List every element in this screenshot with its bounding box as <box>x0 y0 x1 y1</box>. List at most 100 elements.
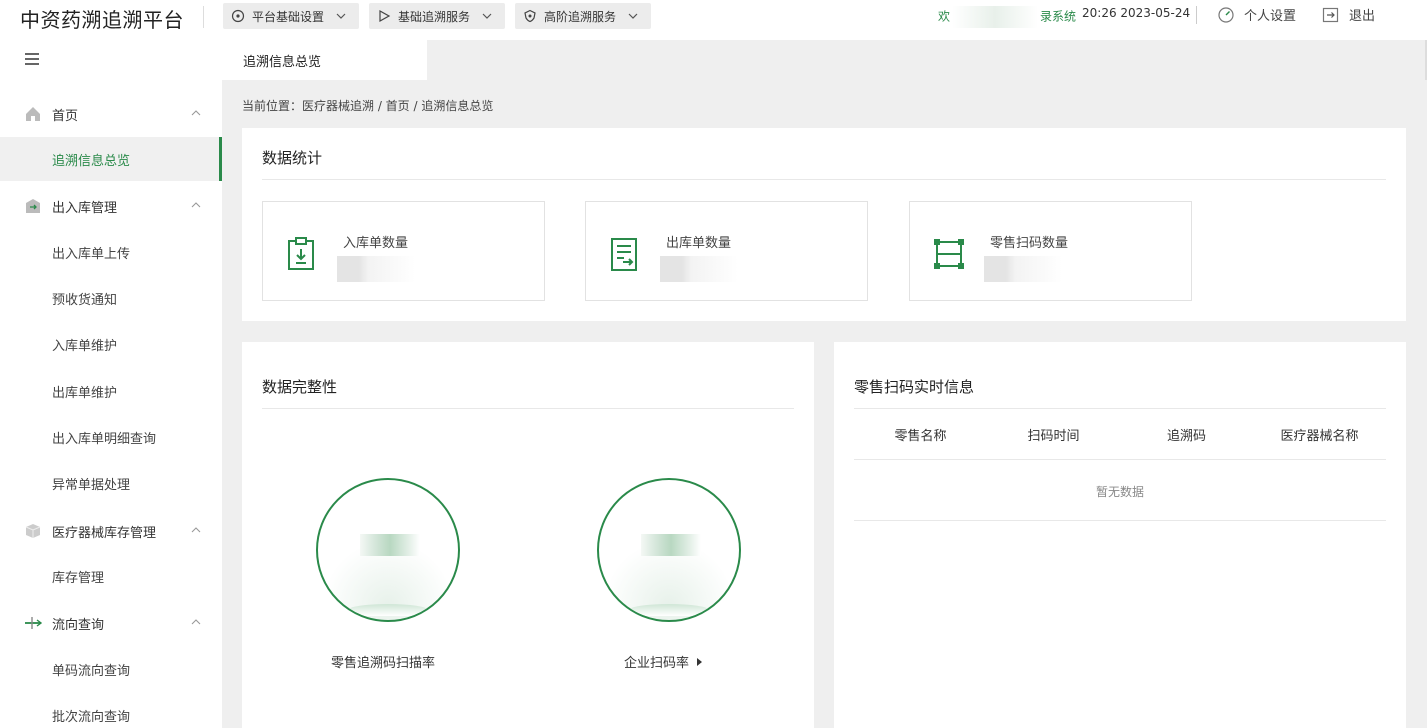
integrity-title: 数据完整性 <box>262 378 338 396</box>
tab-trace-overview[interactable]: 追溯信息总览 <box>222 40 427 80</box>
sidebar-item-code-flow[interactable]: 单码流向查询 <box>0 647 222 691</box>
sidebar-group-label: 出入库管理 <box>52 201 118 216</box>
sidebar-item-stock[interactable]: 库存管理 <box>0 554 222 598</box>
stat-box-outbound[interactable]: 出库单数量 <box>585 201 868 301</box>
chevron-up-icon <box>191 527 201 533</box>
sidebar-item-label: 追溯信息总览 <box>52 154 131 169</box>
settings-gauge-icon <box>1216 6 1236 23</box>
caret-right-icon <box>697 657 703 666</box>
box-icon <box>25 524 41 538</box>
play-icon <box>377 9 391 23</box>
redacted-gauge-value <box>641 534 701 556</box>
redacted-stat-value <box>660 256 738 282</box>
nav-basic-trace[interactable]: 基础追溯服务 <box>369 3 505 29</box>
outbound-document-icon <box>611 238 637 271</box>
welcome-suffix: 录系统 <box>1040 9 1077 24</box>
logout-link[interactable]: 退出 <box>1321 5 1375 24</box>
sidebar-item-pre-receipt[interactable]: 预收货通知 <box>0 276 222 320</box>
logout-icon <box>1321 7 1341 23</box>
sidebar-item-label: 异常单据处理 <box>52 478 131 493</box>
nav-platform-settings[interactable]: 平台基础设置 <box>223 3 359 29</box>
gauge-label-text: 企业扫码率 <box>624 656 690 671</box>
nav-label: 基础追溯服务 <box>398 9 471 24</box>
stat-label: 零售扫码数量 <box>990 236 1069 251</box>
sidebar-group-flow[interactable]: 流向查询 <box>0 601 222 645</box>
network-icon <box>231 9 245 23</box>
chevron-down-icon <box>336 13 346 19</box>
sidebar-group-inventory[interactable]: 医疗器械库存管理 <box>0 509 222 553</box>
sidebar-item-label: 出库单维护 <box>52 386 118 401</box>
realtime-divider <box>854 408 1386 409</box>
chevron-up-icon <box>191 110 201 116</box>
inbound-clipboard-icon <box>288 237 314 270</box>
column-header[interactable]: 医疗器械名称 <box>1253 425 1386 444</box>
chevron-down-icon <box>628 13 638 19</box>
gauge-label-retail: 零售追溯码扫描率 <box>331 652 435 671</box>
nav-advanced-trace[interactable]: 高阶追溯服务 <box>515 3 651 29</box>
hamburger-menu-icon[interactable] <box>24 52 40 66</box>
sidebar-group-label: 流向查询 <box>52 618 105 633</box>
redacted-gauge-value <box>360 534 420 556</box>
nav-label: 高阶追溯服务 <box>544 9 617 24</box>
flow-icon <box>25 617 42 629</box>
chevron-up-icon <box>191 619 201 625</box>
redacted-stat-value <box>984 256 1062 282</box>
welcome-text: 欢 录系统 <box>938 6 1076 28</box>
sidebar-group-warehouse[interactable]: 出入库管理 <box>0 184 222 228</box>
sidebar-item-exception[interactable]: 异常单据处理 <box>0 461 222 505</box>
stat-box-retail-scan[interactable]: 零售扫码数量 <box>909 201 1192 301</box>
chevron-down-icon <box>482 13 492 19</box>
chevron-up-icon <box>191 202 201 208</box>
stat-label: 出库单数量 <box>666 236 732 251</box>
stats-divider <box>262 179 1386 180</box>
personal-settings-link[interactable]: 个人设置 <box>1216 5 1296 24</box>
header-divider <box>203 6 204 28</box>
sidebar-item-batch-flow[interactable]: 批次流向查询 <box>0 693 222 728</box>
stat-label: 入库单数量 <box>343 236 409 251</box>
sidebar-group-label: 医疗器械库存管理 <box>52 526 157 541</box>
sidebar: 首页 追溯信息总览 出入库管理 出入库单上传 预收货通知 入库单维护 出库单维护… <box>0 40 222 728</box>
sidebar-item-inbound-maint[interactable]: 入库单维护 <box>0 322 222 366</box>
column-header[interactable]: 零售名称 <box>854 425 987 444</box>
sidebar-group-label: 首页 <box>52 109 79 124</box>
scan-frame-icon <box>934 239 964 269</box>
table-empty-state: 暂无数据 <box>854 461 1386 521</box>
breadcrumb: 当前位置：医疗器械追溯 / 首页 / 追溯信息总览 <box>242 99 494 113</box>
sidebar-item-label: 入库单维护 <box>52 339 118 354</box>
header-separator <box>1196 6 1197 24</box>
warehouse-icon <box>26 199 40 213</box>
app-title: 中资药溯追溯平台 <box>20 8 184 32</box>
sidebar-item-label: 库存管理 <box>52 571 105 586</box>
datetime: 20:26 2023-05-24 <box>1082 6 1191 20</box>
sidebar-item-label: 出入库单上传 <box>52 247 131 262</box>
sidebar-item-label: 出入库单明细查询 <box>52 432 157 447</box>
sidebar-item-label: 预收货通知 <box>52 293 118 308</box>
sidebar-item-label: 批次流向查询 <box>52 710 131 725</box>
gauge-enterprise-scan-rate <box>597 478 741 622</box>
sidebar-item-outbound-maint[interactable]: 出库单维护 <box>0 369 222 413</box>
top-header: 中资药溯追溯平台 平台基础设置 基础追溯服务 高阶追溯服务 欢 录系统 20:26… <box>0 0 1427 40</box>
realtime-title: 零售扫码实时信息 <box>854 378 975 396</box>
stats-title: 数据统计 <box>262 149 323 167</box>
sidebar-item-label: 单码流向查询 <box>52 664 131 679</box>
sidebar-group-home[interactable]: 首页 <box>0 92 222 136</box>
sidebar-item-trace-overview[interactable]: 追溯信息总览 <box>0 137 222 181</box>
shield-icon <box>523 9 537 23</box>
gauge-retail-scan-rate <box>316 478 460 622</box>
gauge-wave <box>348 604 428 616</box>
welcome-prefix: 欢 <box>938 9 951 24</box>
column-header[interactable]: 追溯码 <box>1120 425 1253 444</box>
realtime-table-header: 零售名称 扫码时间 追溯码 医疗器械名称 <box>854 410 1386 460</box>
nav-label: 平台基础设置 <box>252 9 325 24</box>
gauge-label-enterprise[interactable]: 企业扫码率 <box>624 652 703 671</box>
sidebar-item-detail-query[interactable]: 出入库单明细查询 <box>0 415 222 459</box>
stat-box-inbound[interactable]: 入库单数量 <box>262 201 545 301</box>
gauge-label-text: 零售追溯码扫描率 <box>331 656 436 671</box>
logout-label: 退出 <box>1349 9 1376 24</box>
home-icon <box>26 107 40 121</box>
personal-settings-label: 个人设置 <box>1244 9 1297 24</box>
column-header[interactable]: 扫码时间 <box>987 425 1120 444</box>
realtime-card <box>834 342 1406 728</box>
gauge-wave <box>629 604 709 616</box>
sidebar-item-upload[interactable]: 出入库单上传 <box>0 230 222 274</box>
